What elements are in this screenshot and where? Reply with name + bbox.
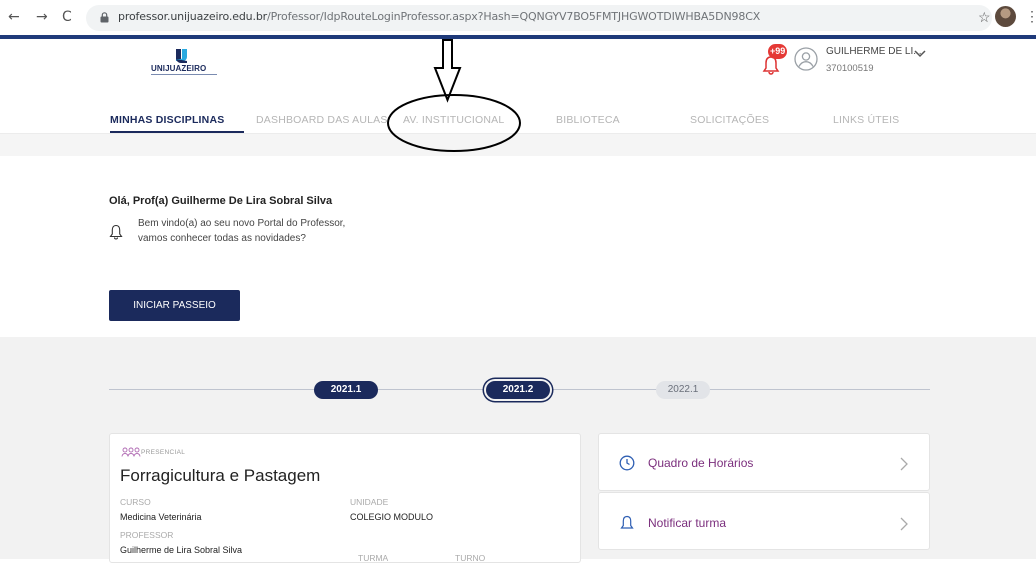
course-modality: PRESENCIAL [141, 449, 186, 456]
back-button[interactable]: ← [8, 9, 20, 25]
tab-dashboard-das-aulas[interactable]: DASHBOARD DAS AULAS [256, 114, 388, 126]
lock-icon [100, 12, 109, 23]
curso-value: Medicina Veterinária [120, 512, 202, 522]
tab-biblioteca[interactable]: BIBLIOTECA [556, 114, 620, 126]
professor-value: Guilherme de Lira Sobral Silva [120, 545, 243, 555]
tab-links-uteis[interactable]: LINKS ÚTEIS [833, 114, 899, 126]
logo-tagline-bar [151, 74, 217, 75]
tab-solicitacoes[interactable]: SOLICITAÇÕES [690, 114, 769, 126]
annotation-arrow-ellipse [387, 39, 521, 152]
tab-minhas-disciplinas[interactable]: MINHAS DISCIPLINAS [110, 114, 224, 126]
professor-label: PROFESSOR [120, 530, 174, 540]
user-avatar-icon[interactable] [794, 47, 818, 71]
schedule-card-label[interactable]: Quadro de Horários [648, 456, 753, 470]
user-name[interactable]: GUILHERME DE LI... [826, 46, 922, 57]
chevron-right-icon[interactable] [900, 517, 908, 531]
people-icon [121, 447, 141, 457]
notification-count-badge: +99 [768, 44, 788, 59]
period-pill-2021-2[interactable]: 2021.2 [486, 381, 550, 399]
browser-menu-icon[interactable]: ⋮ [1025, 8, 1036, 25]
logo-wordmark: UNIJUAZEIRO [151, 64, 207, 73]
curso-label: CURSO [120, 497, 151, 507]
unidade-value: COLEGIO MODULO [350, 512, 434, 522]
clock-icon [619, 455, 635, 471]
chevron-right-icon[interactable] [900, 457, 908, 471]
start-tour-button[interactable]: INICIAR PASSEIO [109, 290, 240, 321]
welcome-text-line-1: Bem vindo(a) ao seu novo Portal do Profe… [138, 218, 346, 229]
unidade-label: UNIDADE [350, 497, 389, 507]
browser-profile-avatar[interactable] [995, 6, 1016, 27]
greeting-heading: Olá, Prof(a) Guilherme De Lira Sobral Si… [109, 195, 333, 207]
welcome-text-line-2: vamos conhecer todas as novidades? [138, 233, 306, 244]
url-text: professor.unijuazeiro.edu.br/Professor/I… [118, 10, 761, 23]
turno-label: TURNO [455, 553, 486, 563]
bookmark-star-icon[interactable]: ☆ [978, 9, 991, 26]
turma-label: TURMA [358, 553, 389, 563]
notify-class-card-label[interactable]: Notificar turma [648, 516, 726, 530]
chevron-down-icon[interactable] [913, 49, 927, 59]
course-title[interactable]: Forragicultura e Pastagem [120, 466, 320, 486]
period-pill-2022-1[interactable]: 2022.1 [656, 381, 710, 399]
bell-icon [109, 224, 123, 240]
user-registration-id: 370100519 [826, 63, 874, 74]
period-pill-2021-1[interactable]: 2021.1 [314, 381, 378, 399]
bell-icon [620, 515, 634, 529]
reload-button[interactable]: C [62, 9, 72, 25]
forward-button[interactable]: → [36, 9, 48, 25]
